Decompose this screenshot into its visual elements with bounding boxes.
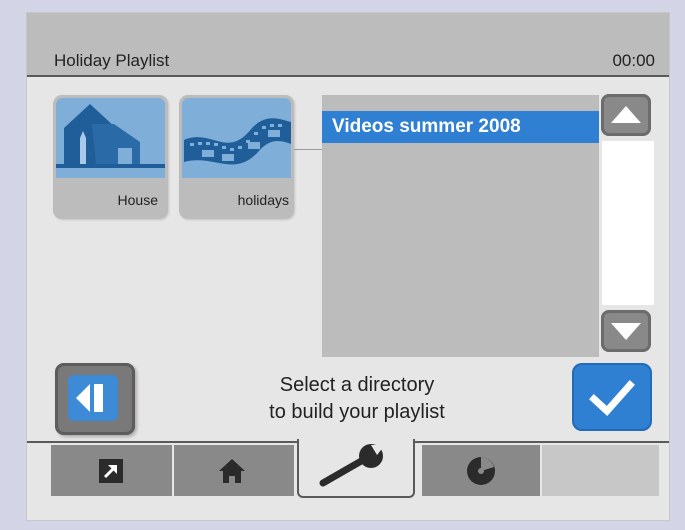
hint-line-2: to build your playlist bbox=[269, 401, 445, 423]
scroll-down-button[interactable] bbox=[601, 310, 651, 352]
house-icon bbox=[56, 98, 165, 178]
time-display: 00:00 bbox=[612, 51, 655, 70]
home-icon bbox=[219, 459, 245, 483]
tab-empty[interactable] bbox=[542, 445, 659, 496]
title-bar: Holiday Playlist 00:00 bbox=[27, 13, 669, 77]
instruction-text: Select a directory to build your playlis… bbox=[222, 372, 492, 426]
page-title: Holiday Playlist bbox=[54, 51, 170, 70]
arrow-up-icon bbox=[611, 106, 641, 123]
checkmark-icon bbox=[589, 380, 635, 416]
list-item[interactable]: Videos summer 2008 bbox=[322, 111, 599, 143]
folder-tile-house[interactable]: House bbox=[53, 95, 168, 219]
scrollbar-track[interactable] bbox=[602, 141, 654, 305]
tab-settings[interactable] bbox=[297, 439, 415, 498]
selection-connector bbox=[294, 149, 322, 150]
tab-external[interactable] bbox=[51, 445, 172, 496]
external-link-icon bbox=[99, 459, 123, 483]
folder-label: holidays bbox=[237, 192, 289, 208]
arrow-down-icon bbox=[611, 323, 641, 340]
tab-disc[interactable] bbox=[422, 445, 540, 496]
back-icon bbox=[68, 375, 118, 421]
disc-icon bbox=[467, 457, 495, 485]
wrench-icon bbox=[319, 444, 385, 487]
confirm-button[interactable] bbox=[572, 363, 652, 431]
directory-list: Videos summer 2008 bbox=[322, 95, 599, 357]
folder-label: House bbox=[117, 192, 158, 208]
tab-home[interactable] bbox=[174, 445, 294, 496]
film-strip-icon bbox=[182, 98, 291, 178]
folder-tile-holidays[interactable]: holidays bbox=[179, 95, 294, 219]
back-button[interactable] bbox=[55, 363, 135, 435]
scroll-up-button[interactable] bbox=[601, 94, 651, 136]
hint-line-1: Select a directory bbox=[279, 374, 435, 396]
app-screen: Holiday Playlist 00:00 House holidays Vi… bbox=[27, 13, 669, 520]
